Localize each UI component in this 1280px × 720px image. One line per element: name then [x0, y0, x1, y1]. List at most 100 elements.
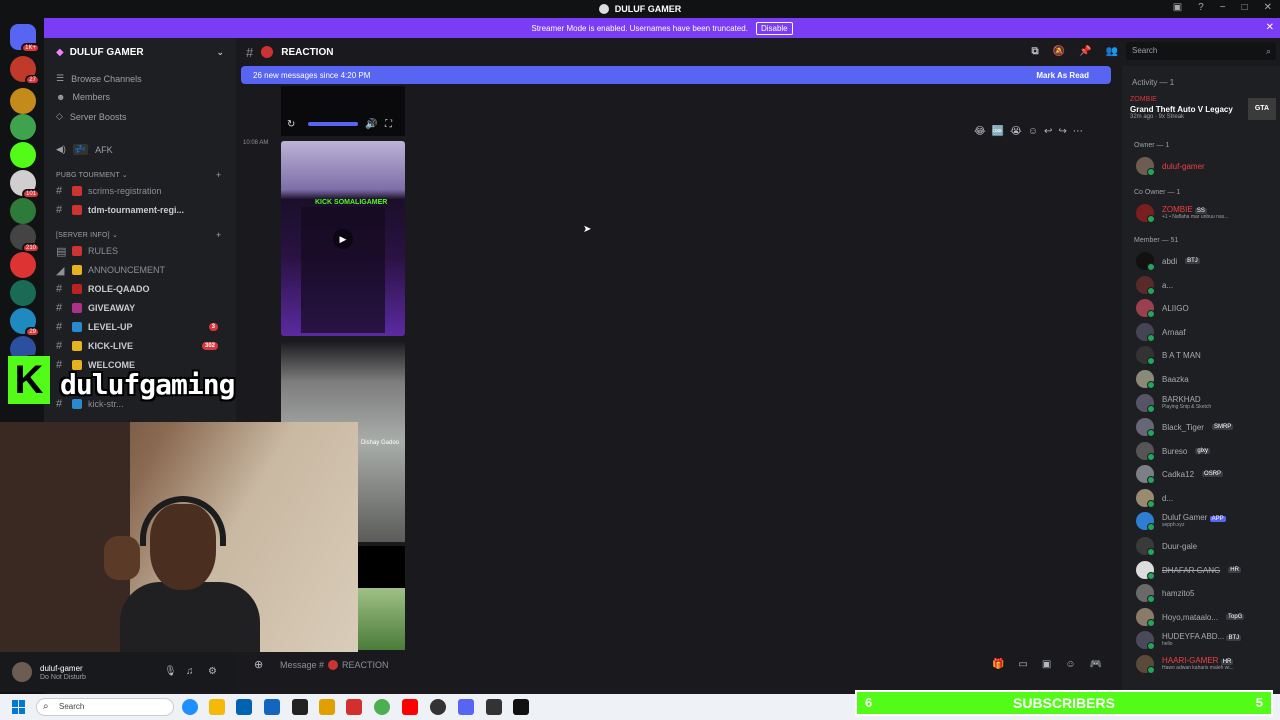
- add-attachment-icon[interactable]: ⊕: [254, 658, 263, 671]
- headphones-icon[interactable]: ♫: [186, 666, 194, 677]
- member-item[interactable]: Duluf Gamer APP sepph.xyz: [1136, 511, 1276, 531]
- channel-rules[interactable]: ▤ RULES: [56, 243, 228, 259]
- server-icon[interactable]: 101: [10, 170, 40, 199]
- more-icon[interactable]: ⋯: [1073, 126, 1083, 137]
- member-item[interactable]: hamzito5: [1136, 583, 1276, 603]
- reaction-laugh-icon[interactable]: 😂: [974, 126, 986, 137]
- channel-announcement[interactable]: ◢ ANNOUNCEMENT: [56, 262, 228, 278]
- server-icon[interactable]: 27: [10, 56, 40, 85]
- app-icon[interactable]: [264, 699, 280, 715]
- windows-start-icon[interactable]: [12, 700, 26, 714]
- maximize-button[interactable]: □: [1242, 2, 1248, 13]
- server-icon[interactable]: [10, 114, 36, 140]
- member-item[interactable]: abdi BTJ: [1136, 251, 1276, 271]
- member-item[interactable]: B A T MAN: [1136, 345, 1276, 365]
- server-icon[interactable]: [10, 198, 36, 224]
- new-messages-bar[interactable]: 26 new messages since 4:20 PM Mark As Re…: [241, 66, 1111, 84]
- member-item[interactable]: HAARI-GAMER HR Hawo adwan kaharis maleh w…: [1136, 654, 1276, 674]
- video-attachment[interactable]: ↻ 🔊 ⛶: [281, 86, 405, 136]
- reaction-emoji-icon[interactable]: 🆒: [992, 126, 1004, 137]
- taskbar-search[interactable]: ⌕ Search: [36, 698, 174, 716]
- threads-icon[interactable]: ⧉: [1032, 46, 1039, 57]
- channel-scrims-registration[interactable]: # scrims-registration: [56, 183, 228, 199]
- category-server-info[interactable]: [SERVER INFO] ⌄ +: [56, 230, 221, 240]
- add-reaction-icon[interactable]: ☺: [1028, 126, 1038, 137]
- server-boosts-item[interactable]: ◇ Server Boosts: [56, 111, 126, 122]
- username[interactable]: duluf-gamer: [40, 664, 83, 673]
- gif-icon[interactable]: ▭: [1018, 659, 1027, 670]
- member-item[interactable]: Baazka: [1136, 369, 1276, 389]
- inbox-icon[interactable]: ▣: [1173, 2, 1182, 13]
- edge-icon[interactable]: [182, 699, 198, 715]
- server-icon[interactable]: [10, 252, 36, 278]
- member-item[interactable]: Bureso glxy: [1136, 441, 1276, 461]
- play-icon[interactable]: ▶: [333, 229, 353, 249]
- add-channel-icon[interactable]: +: [216, 170, 221, 180]
- video-attachment[interactable]: KICK SOMALIGAMER ▶: [281, 141, 405, 336]
- search-input[interactable]: Search: [1126, 42, 1276, 60]
- app-icon[interactable]: [292, 699, 308, 715]
- members-item[interactable]: ☻ Members: [56, 92, 110, 102]
- tiktok-icon[interactable]: [513, 699, 529, 715]
- home-icon[interactable]: 1K+: [10, 24, 40, 53]
- forward-icon[interactable]: ↪: [1058, 126, 1066, 137]
- message-composer[interactable]: ⊕ Message # REACTION 🎁 ▭ ▣ ☺ 🎮: [244, 654, 1114, 676]
- mark-as-read-button[interactable]: Mark As Read: [1036, 71, 1089, 80]
- channel-giveaway[interactable]: # GIVEAWAY: [56, 300, 228, 316]
- channel-tdm-tournament[interactable]: # tdm-tournament-regi...: [56, 202, 228, 218]
- server-icon[interactable]: 210: [10, 224, 40, 253]
- obs-icon[interactable]: [430, 699, 446, 715]
- member-item[interactable]: Hoyo,mataalo... TopG: [1136, 607, 1276, 627]
- reaction-cry-icon[interactable]: 😭: [1010, 126, 1022, 137]
- app-icon[interactable]: [319, 699, 335, 715]
- channel-role-qaado[interactable]: # ROLE-QAADO: [56, 281, 228, 297]
- help-icon[interactable]: ?: [1198, 2, 1204, 13]
- app-icon[interactable]: [486, 699, 502, 715]
- disable-streamer-button[interactable]: Disable: [755, 21, 793, 35]
- app-icon[interactable]: [346, 699, 362, 715]
- channel-level-up[interactable]: # LEVEL-UP 3: [56, 319, 228, 335]
- member-list-icon[interactable]: 👥: [1106, 46, 1118, 57]
- sticker-icon[interactable]: ▣: [1042, 659, 1051, 670]
- browse-channels-item[interactable]: ☰ Browse Channels: [56, 73, 142, 84]
- member-item[interactable]: BARKHAD Playing Snip & Sketch: [1136, 393, 1276, 413]
- server-icon[interactable]: 29: [10, 308, 40, 337]
- gear-icon[interactable]: ⚙: [208, 666, 217, 677]
- member-item[interactable]: Cadka12 OSRP: [1136, 464, 1276, 484]
- close-button[interactable]: ✕: [1264, 2, 1272, 13]
- member-item[interactable]: Arnaaf: [1136, 322, 1276, 342]
- emoji-icon[interactable]: ☺: [1065, 659, 1075, 670]
- member-item[interactable]: HUDEYFA ABD... BTJ hello: [1136, 630, 1276, 650]
- member-item[interactable]: Duur-gale: [1136, 536, 1276, 556]
- volume-icon[interactable]: 🔊: [365, 119, 377, 130]
- member-item[interactable]: d...: [1136, 488, 1276, 508]
- youtube-icon[interactable]: [402, 699, 418, 715]
- close-icon[interactable]: ✕: [1266, 22, 1274, 33]
- activity-card[interactable]: ZOMBIE Grand Theft Auto V Legacy 32m ago…: [1130, 96, 1276, 130]
- member-item[interactable]: duluf-gamer: [1136, 156, 1276, 176]
- file-explorer-icon[interactable]: [209, 699, 225, 715]
- channel-kick-live[interactable]: # KICK-LIVE 302: [56, 338, 228, 354]
- member-item[interactable]: Black_Tiger SMRP: [1136, 417, 1276, 437]
- member-item[interactable]: ZOMBIE SS +1 • Naflaha mar unbuu nas...: [1136, 203, 1276, 223]
- chrome-icon[interactable]: [374, 699, 390, 715]
- apps-icon[interactable]: 🎮: [1090, 659, 1102, 670]
- add-channel-icon[interactable]: +: [216, 230, 221, 240]
- chevron-down-icon[interactable]: ⌄: [216, 47, 224, 58]
- bell-mute-icon[interactable]: 🔕: [1053, 46, 1065, 57]
- replay-icon[interactable]: ↻: [287, 119, 295, 130]
- server-icon[interactable]: [10, 142, 36, 168]
- server-icon[interactable]: [10, 280, 36, 306]
- member-item[interactable]: ALIIGO: [1136, 298, 1276, 318]
- member-item[interactable]: a...: [1136, 275, 1276, 295]
- fullscreen-icon[interactable]: ⛶: [385, 119, 392, 130]
- store-icon[interactable]: [236, 699, 252, 715]
- avatar[interactable]: [12, 662, 32, 682]
- server-header[interactable]: ◆ DULUF GAMER ⌄: [44, 38, 236, 66]
- pin-icon[interactable]: 📌: [1079, 46, 1091, 57]
- microphone-icon[interactable]: 🎙: [164, 666, 177, 677]
- reply-icon[interactable]: ↩: [1044, 126, 1052, 137]
- category-pubg[interactable]: PUBG TOURMENT ⌄ +: [56, 170, 221, 180]
- minimize-button[interactable]: −: [1220, 2, 1226, 13]
- server-icon[interactable]: [10, 88, 36, 114]
